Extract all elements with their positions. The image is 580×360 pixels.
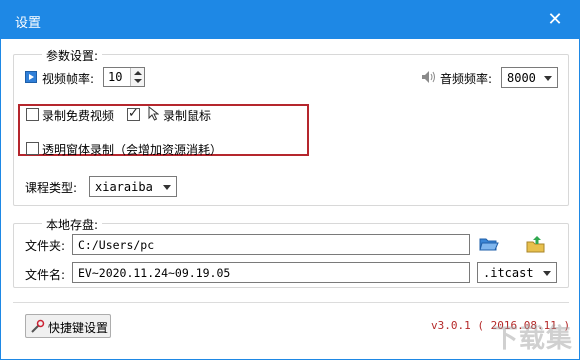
cursor-icon	[148, 106, 159, 121]
video-icon	[25, 71, 37, 83]
course-type-value: xiaraiba	[95, 180, 153, 194]
course-type-label: 课程类型:	[25, 181, 78, 195]
speaker-icon	[422, 71, 435, 83]
hotkey-icon	[31, 319, 45, 333]
settings-window: 设置 ✕ 参数设置: 视频帧率: 10 音频频率: 8000 录制免费视频 录制…	[0, 0, 580, 360]
stepper-arrows[interactable]	[130, 68, 144, 86]
params-legend: 参数设置:	[42, 47, 103, 64]
hotkey-settings-button[interactable]: 快捷键设置	[25, 314, 111, 338]
filename-label: 文件名:	[25, 268, 66, 282]
folder-up-icon[interactable]	[526, 235, 546, 253]
transparent-record-label[interactable]: 透明窗体录制（会增加资源消耗）	[42, 141, 222, 158]
transparent-record-checkbox[interactable]	[26, 142, 39, 155]
folder-value: C:/Users/pc	[78, 238, 155, 252]
audio-rate-label: 音频频率:	[440, 72, 493, 86]
video-fps-value: 10	[108, 70, 123, 84]
watermark: 下载集	[491, 324, 573, 354]
chevron-down-icon	[163, 185, 171, 190]
audio-rate-value: 8000	[507, 71, 536, 85]
video-fps-stepper[interactable]: 10	[103, 67, 145, 87]
folder-label: 文件夹:	[25, 239, 66, 253]
video-fps-label: 视频帧率:	[42, 72, 95, 86]
hotkey-settings-label: 快捷键设置	[48, 321, 109, 335]
extension-select[interactable]: .itcast	[477, 262, 557, 283]
window-title: 设置	[15, 16, 42, 31]
footer-divider	[13, 302, 569, 303]
record-free-video-checkbox[interactable]	[26, 108, 39, 121]
open-folder-icon[interactable]	[479, 235, 499, 253]
folder-field[interactable]: C:/Users/pc	[72, 234, 470, 255]
course-type-select[interactable]: xiaraiba	[89, 176, 177, 197]
close-icon[interactable]: ✕	[545, 10, 565, 30]
audio-rate-select[interactable]: 8000	[501, 67, 558, 88]
filename-value: EV~2020.11.24~09.19.05	[78, 266, 231, 280]
record-free-video-label[interactable]: 录制免费视频	[42, 107, 114, 124]
extension-value: .itcast	[483, 266, 534, 280]
record-mouse-label[interactable]: 录制鼠标	[163, 107, 211, 124]
title-bar: 设置 ✕	[1, 1, 579, 39]
storage-legend: 本地存盘:	[42, 216, 103, 233]
filename-field[interactable]: EV~2020.11.24~09.19.05	[72, 262, 470, 283]
arrow-up-icon[interactable]	[134, 71, 142, 75]
arrow-down-icon[interactable]	[134, 79, 142, 83]
record-mouse-checkbox[interactable]	[127, 106, 140, 121]
chevron-down-icon	[544, 76, 552, 81]
chevron-down-icon	[543, 271, 551, 276]
